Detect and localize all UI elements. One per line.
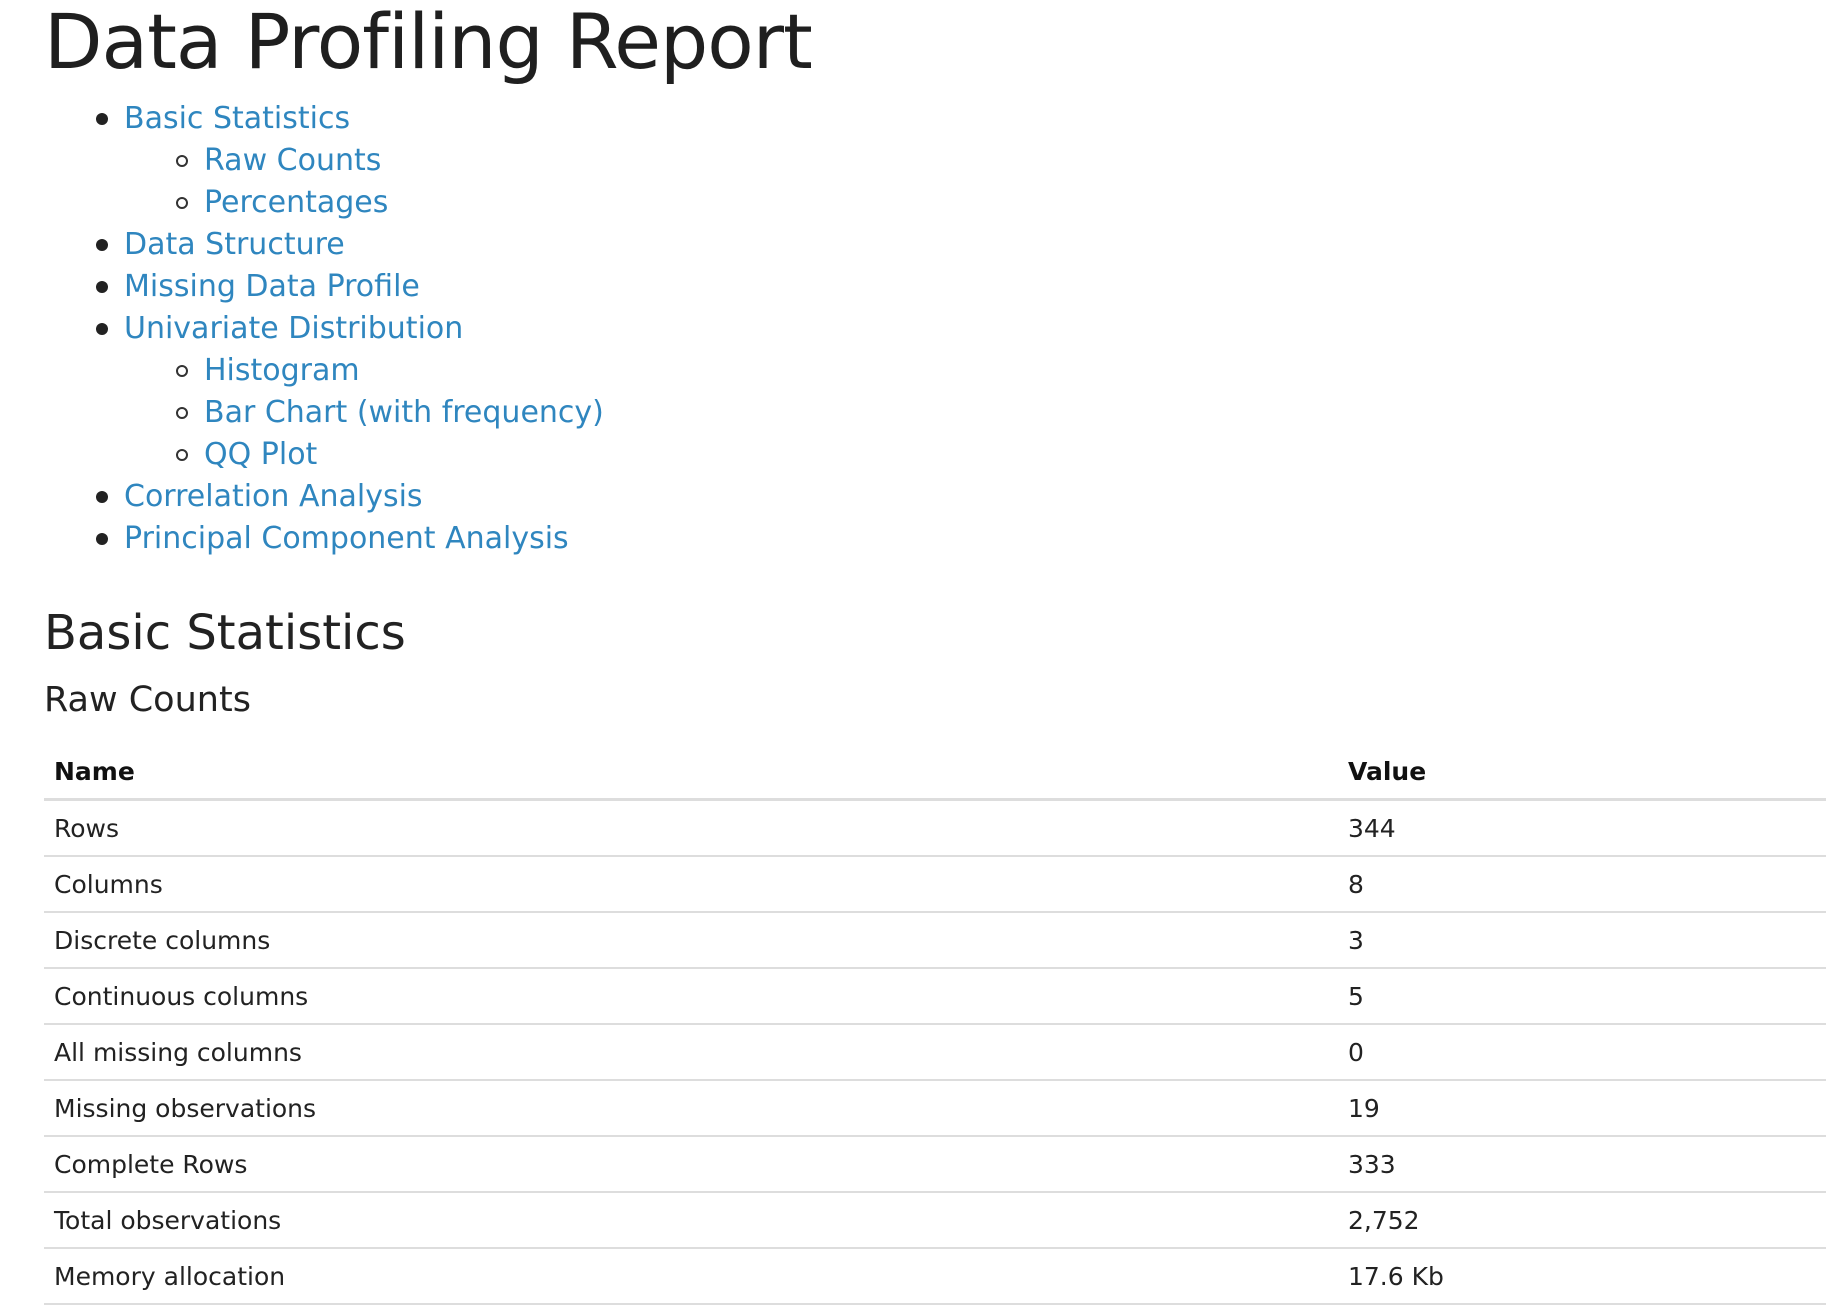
table-row: Rows 344	[44, 799, 1826, 857]
column-header-name: Name	[44, 744, 1338, 801]
table-cell-value: 8	[1338, 856, 1826, 913]
toc-link-qq-plot[interactable]: QQ Plot	[204, 434, 317, 476]
table-cell-name: Complete Rows	[44, 1136, 1338, 1193]
table-row: Missing observations 19	[44, 1080, 1826, 1137]
bullet-icon	[176, 449, 188, 461]
bullet-icon	[96, 113, 108, 125]
toc-link-principal-component-analysis[interactable]: Principal Component Analysis	[124, 518, 569, 560]
table-cell-value: 17.6 Kb	[1338, 1248, 1826, 1305]
table-header-row: Name Value	[44, 744, 1826, 801]
table-cell-name: Missing observations	[44, 1080, 1338, 1137]
table-cell-name: Memory allocation	[44, 1248, 1338, 1305]
raw-counts-table: Name Value Rows 344 Columns 8 Discrete c…	[44, 744, 1826, 1305]
toc-link-percentages[interactable]: Percentages	[204, 182, 388, 224]
table-row: Complete Rows 333	[44, 1136, 1826, 1193]
table-cell-value: 5	[1338, 968, 1826, 1025]
bullet-icon	[96, 323, 108, 335]
table-row: Total observations 2,752	[44, 1192, 1826, 1249]
bullet-icon	[176, 197, 188, 209]
table-cell-value: 3	[1338, 912, 1826, 969]
table-cell-value: 333	[1338, 1136, 1826, 1193]
toc-link-raw-counts[interactable]: Raw Counts	[204, 140, 381, 182]
bullet-icon	[176, 407, 188, 419]
subsection-title: Raw Counts	[44, 680, 251, 720]
toc-link-histogram[interactable]: Histogram	[204, 350, 360, 392]
toc-link-data-structure[interactable]: Data Structure	[124, 224, 345, 266]
table-row: Memory allocation 17.6 Kb	[44, 1248, 1826, 1305]
page-title: Data Profiling Report	[44, 0, 813, 86]
table-header: Name Value	[44, 744, 1826, 801]
table-row: All missing columns 0	[44, 1024, 1826, 1081]
table-cell-value: 2,752	[1338, 1192, 1826, 1249]
bullet-icon	[96, 491, 108, 503]
bullet-icon	[176, 365, 188, 377]
table-row: Columns 8	[44, 856, 1826, 913]
toc-link-missing-data-profile[interactable]: Missing Data Profile	[124, 266, 420, 308]
table-cell-name: Discrete columns	[44, 912, 1338, 969]
table-cell-value: 344	[1338, 799, 1826, 857]
toc-link-univariate-distribution[interactable]: Univariate Distribution	[124, 308, 463, 350]
column-header-value: Value	[1338, 744, 1826, 801]
bullet-icon	[96, 239, 108, 251]
toc-link-correlation-analysis[interactable]: Correlation Analysis	[124, 476, 423, 518]
table-row: Continuous columns 5	[44, 968, 1826, 1025]
table-cell-name: Columns	[44, 856, 1338, 913]
report-page: Data Profiling Report Basic Statistics R…	[0, 0, 1826, 1305]
table-cell-value: 0	[1338, 1024, 1826, 1081]
table-cell-name: Continuous columns	[44, 968, 1338, 1025]
table-row: Discrete columns 3	[44, 912, 1826, 969]
table-cell-name: Rows	[44, 799, 1338, 857]
bullet-icon	[176, 155, 188, 167]
table-body: Rows 344 Columns 8 Discrete columns 3 Co…	[44, 799, 1826, 1305]
toc-link-basic-statistics[interactable]: Basic Statistics	[124, 98, 350, 140]
section-title: Basic Statistics	[44, 605, 406, 661]
table-cell-value: 19	[1338, 1080, 1826, 1137]
bullet-icon	[96, 281, 108, 293]
table-cell-name: All missing columns	[44, 1024, 1338, 1081]
table-cell-name: Total observations	[44, 1192, 1338, 1249]
bullet-icon	[96, 533, 108, 545]
toc-link-bar-chart[interactable]: Bar Chart (with frequency)	[204, 392, 604, 434]
